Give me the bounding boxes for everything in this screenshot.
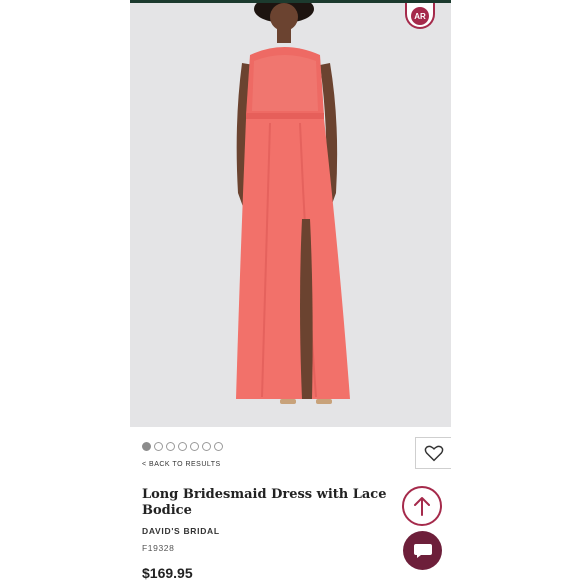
product-page: AR < BACK TO RESULTS Long Bridesmaid Dre… [130,0,451,580]
gallery-dot[interactable] [190,442,199,451]
back-to-results-link[interactable]: < BACK TO RESULTS [142,461,221,468]
product-sku: F19328 [142,543,175,553]
product-brand: DAVID'S BRIDAL [142,526,220,536]
ar-view-icon: AR [411,7,429,25]
dress-photo [236,3,350,404]
favorite-button[interactable] [415,437,451,469]
gallery-dot[interactable] [154,442,163,451]
product-price: $169.95 [142,565,193,580]
product-image[interactable]: AR [130,3,451,427]
gallery-dot[interactable] [142,442,151,451]
product-title: Long Bridesmaid Dress with Lace Bodice [142,487,387,518]
gallery-dot[interactable] [202,442,211,451]
arrow-up-icon [414,497,430,516]
scroll-to-top-button[interactable] [402,486,442,526]
gallery-pagination [142,442,223,451]
heart-icon [424,445,443,462]
chat-button[interactable] [403,531,442,570]
gallery-dot[interactable] [178,442,187,451]
chat-bubble-icon [413,543,432,558]
gallery-dot[interactable] [166,442,175,451]
gallery-dot[interactable] [214,442,223,451]
